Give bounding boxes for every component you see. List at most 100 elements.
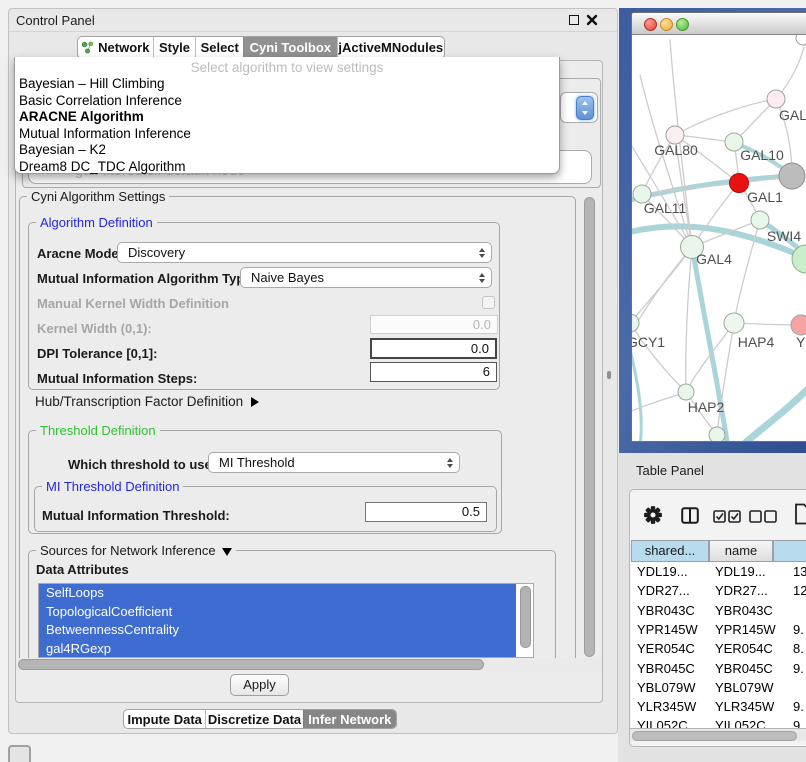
table-cell: YBR043C [637, 601, 695, 620]
network-node[interactable] [709, 427, 725, 441]
zoom-traffic-light-icon[interactable] [676, 18, 689, 31]
select-all-checked-icon[interactable] [713, 510, 741, 523]
network-window-titlebar[interactable] [632, 13, 806, 35]
algorithm-combobox[interactable] [560, 92, 598, 123]
table-row[interactable]: YDL19...YDL19...13 [631, 562, 806, 581]
settings-vertical-scrollbar[interactable] [583, 196, 596, 660]
which-threshold-value: MI Threshold [219, 455, 295, 470]
tab-network[interactable]: Network [78, 37, 153, 58]
table-row[interactable]: YIL052CYIL052C9 [631, 716, 806, 728]
algorithm-option[interactable]: Mutual Information Inference [15, 126, 559, 143]
network-canvas[interactable]: GALGAL80GAL10GAL1GAL11SWI4GAL4GCY1HAP4YH… [632, 35, 806, 441]
table-horizontal-scrollbar[interactable] [630, 728, 806, 741]
algorithm-option[interactable]: ARACNE Algorithm [15, 109, 559, 126]
float-window-icon[interactable] [569, 15, 579, 25]
table-cell: YBR045C [637, 659, 695, 678]
tab-style[interactable]: Style [153, 37, 196, 58]
network-node[interactable] [792, 245, 806, 273]
table-cell: YPR145W [637, 620, 698, 639]
minimized-panel-icon[interactable] [8, 745, 31, 762]
table-scrollbar-thumb[interactable] [632, 731, 797, 741]
data-attributes-list[interactable]: SelfLoopsTopologicalCoefficientBetweenne… [38, 583, 534, 658]
table-cell: 9. [793, 697, 804, 716]
table-cell: 12 [793, 581, 806, 600]
tab-select[interactable]: Select [195, 37, 243, 58]
network-edge[interactable] [686, 247, 692, 392]
algorithm-option[interactable]: Basic Correlation Inference [15, 93, 559, 110]
data-attribute-item[interactable]: SelfLoops [39, 584, 516, 603]
table-cell: YBL079W [715, 678, 774, 697]
tab-jactivemnodules[interactable]: jActiveMNodules [337, 37, 444, 58]
tab-infer-network[interactable]: Infer Network [303, 710, 396, 728]
network-edge[interactable] [642, 183, 739, 194]
attributes-list-scrollbar[interactable] [520, 586, 531, 648]
manual-kernel-checkbox[interactable] [482, 296, 495, 309]
network-node[interactable] [767, 90, 785, 108]
spinner-icon [479, 273, 485, 283]
network-node[interactable] [751, 211, 769, 229]
mi-steps-field[interactable]: 6 [370, 362, 497, 382]
column-header-shared-name[interactable]: shared... [631, 540, 709, 562]
network-node[interactable] [791, 315, 806, 335]
table-cell: YPR145W [715, 620, 776, 639]
which-threshold-select[interactable]: MI Threshold [208, 452, 460, 473]
network-node[interactable] [678, 384, 694, 400]
settings-horizontal-scrollbar[interactable] [16, 658, 602, 671]
split-view-icon[interactable] [681, 507, 699, 524]
algorithm-option[interactable]: Dream8 DC_TDC Algorithm [15, 159, 559, 176]
close-traffic-light-icon[interactable] [644, 18, 657, 31]
table-cell: YLR345W [637, 697, 696, 716]
close-icon[interactable] [586, 14, 598, 26]
network-node[interactable] [796, 35, 806, 45]
network-node[interactable] [632, 314, 639, 332]
table-cell: YBL079W [637, 678, 696, 697]
aracne-mode-select[interactable]: Discovery [117, 242, 492, 263]
file-icon[interactable] [794, 503, 806, 525]
tab-cyni-toolbox[interactable]: Cyni Toolbox [243, 37, 336, 58]
network-node[interactable] [779, 163, 805, 189]
table-cell: YIL052C [637, 716, 688, 728]
horizontal-scrollbar-thumb[interactable] [18, 659, 484, 670]
table-row[interactable]: YLR345W YLR345W 9. [631, 697, 806, 716]
table-row[interactable]: YDR27...YDR27...12 [631, 581, 806, 600]
table-row[interactable]: YBL079W YBL079W [631, 678, 806, 697]
hub-definition-expander[interactable]: Hub/Transcription Factor Definition [35, 394, 259, 409]
vertical-scrollbar-thumb[interactable] [584, 197, 595, 657]
network-edge[interactable] [640, 75, 692, 247]
data-attribute-item[interactable]: BetweennessCentrality [39, 621, 516, 640]
aracne-mode-value: Discovery [128, 245, 185, 260]
mi-threshold-definition-legend: MI Threshold Definition [42, 479, 183, 494]
algorithm-option[interactable]: Bayesian – K2 [15, 142, 559, 159]
table-row[interactable]: YPR145WYPR145W9. [631, 620, 806, 639]
data-attribute-item[interactable]: gal4RGexp [39, 640, 516, 658]
table-cell: 13 [793, 562, 806, 581]
network-node[interactable] [724, 313, 744, 333]
panel-splitter-handle[interactable] [607, 371, 611, 379]
mi-threshold-field[interactable]: 0.5 [365, 502, 487, 522]
table-row[interactable]: YER054CYER054C8. [631, 639, 806, 658]
unselect-all-icon[interactable] [749, 510, 777, 523]
mi-algorithm-type-label: Mutual Information Algorithm Type: [37, 271, 256, 286]
apply-button[interactable]: Apply [230, 674, 289, 696]
column-header-partial[interactable] [773, 540, 806, 562]
network-edge[interactable] [738, 385, 806, 441]
kernel-width-field[interactable]: 0.0 [370, 315, 498, 334]
tab-discretize-data[interactable]: Discretize Data [205, 710, 302, 728]
combo-spinner-icon [576, 96, 594, 120]
table-settings-gear-icon[interactable] [643, 505, 663, 525]
table-row[interactable]: YBR043CYBR043C [631, 601, 806, 620]
sources-legend-expander[interactable]: Sources for Network Inference [36, 543, 236, 558]
network-node[interactable] [730, 174, 749, 193]
table-row[interactable]: YBR045CYBR045C9. [631, 659, 806, 678]
algorithm-option[interactable]: Bayesian – Hill Climbing [15, 76, 559, 93]
table-body: YDL19...YDL19...13YDR27...YDR27...12YBR0… [631, 562, 806, 728]
tab-impute-data[interactable]: Impute Data [124, 710, 205, 728]
mi-algorithm-type-select[interactable]: Naive Bayes [240, 267, 492, 288]
network-edge[interactable] [632, 341, 641, 441]
table-cell: YLR345W [715, 697, 774, 716]
network-edge[interactable] [675, 99, 776, 135]
minimize-traffic-light-icon[interactable] [660, 18, 673, 31]
data-attribute-item[interactable]: TopologicalCoefficient [39, 603, 516, 622]
column-header-name[interactable]: name [709, 540, 773, 562]
dpi-tolerance-field[interactable]: 0.0 [370, 338, 497, 359]
